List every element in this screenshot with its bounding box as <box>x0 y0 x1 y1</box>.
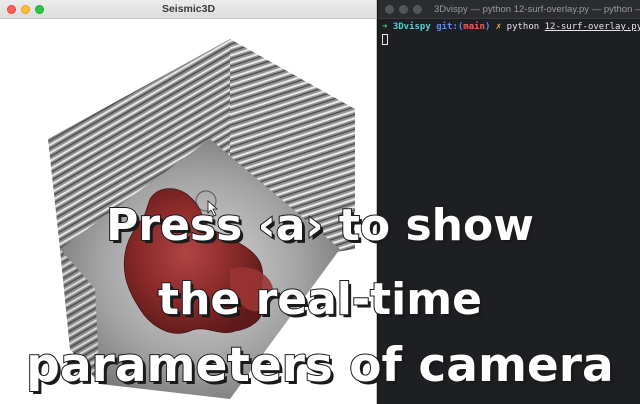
seismic3d-titlebar[interactable]: Seismic3D <box>0 0 376 19</box>
caption-line-3: parameters of camera <box>25 337 614 394</box>
prompt-git-prefix: git:( <box>436 22 464 32</box>
prompt-branch: main <box>463 22 485 32</box>
terminal-prompt-line[interactable]: ➜ 3Dvispy git:(main) ✗ python 12-surf-ov… <box>382 22 640 32</box>
prompt-arrow-icon: ➜ <box>382 22 388 32</box>
window-title: Seismic3D <box>161 3 216 15</box>
prompt-directory: 3Dvispy <box>392 22 431 32</box>
prompt-dirty-icon: ✗ <box>495 22 502 32</box>
minimize-button[interactable] <box>399 5 408 14</box>
command-name: python <box>506 22 540 32</box>
maximize-button[interactable] <box>413 5 422 14</box>
terminal-titlebar[interactable]: 3Dvispy — python 12-surf-overlay.py — py… <box>378 0 640 19</box>
caption-line-2: the real-time <box>157 273 483 326</box>
command-file: 12-surf-overlay.py <box>544 22 640 32</box>
prompt-git-suffix: ) <box>484 22 491 32</box>
terminal-title: 3Dvispy — python 12-surf-overlay.py — py… <box>434 4 640 15</box>
close-button[interactable] <box>385 5 394 14</box>
terminal-cursor <box>382 34 388 45</box>
caption-line-1: Press ‹a› to show <box>105 199 535 252</box>
